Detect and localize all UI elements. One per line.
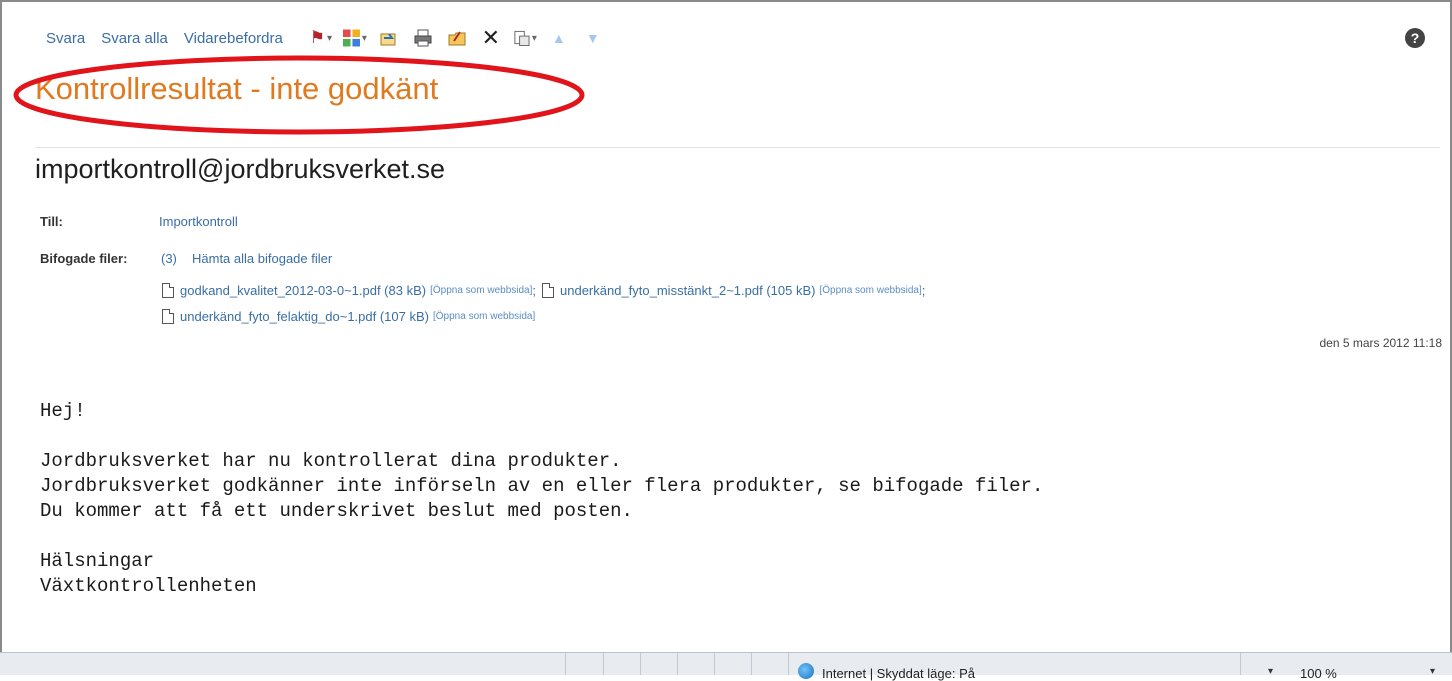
- globe-icon: [798, 663, 814, 679]
- email-subject: Kontrollresultat - inte godkänt: [35, 71, 439, 106]
- attachment-link[interactable]: underkänd_fyto_misstänkt_2~1.pdf (105 kB…: [560, 283, 815, 298]
- status-divider: [1240, 653, 1241, 675]
- delete-icon[interactable]: ✕: [479, 25, 503, 50]
- file-icon: [542, 283, 554, 298]
- toolbar: Svara Svara alla Vidarebefordra ⚑ ▾ ▾ ✕ ▾…: [46, 24, 605, 52]
- next-icon[interactable]: ▼: [581, 26, 605, 50]
- open-as-webpage-link[interactable]: [Öppna som webbsida]: [433, 311, 535, 322]
- forward-button[interactable]: Vidarebefordra: [184, 30, 283, 47]
- status-divider: [751, 653, 752, 675]
- email-window: Svara Svara alla Vidarebefordra ⚑ ▾ ▾ ✕ ▾…: [0, 0, 1452, 654]
- sent-date: den 5 mars 2012 11:18: [1319, 336, 1442, 350]
- attachment-link[interactable]: godkand_kvalitet_2012-03-0~1.pdf (83 kB): [180, 283, 426, 298]
- categorize-icon[interactable]: ▾: [342, 26, 367, 50]
- open-as-webpage-link[interactable]: [Öppna som webbsida]: [430, 285, 532, 296]
- file-icon: [162, 283, 174, 298]
- print-icon[interactable]: [411, 26, 435, 50]
- open-icon[interactable]: [445, 26, 469, 50]
- status-divider: [565, 653, 566, 675]
- attachments-label: Bifogade filer:: [40, 251, 128, 266]
- reply-button[interactable]: Svara: [46, 30, 85, 47]
- file-icon: [162, 309, 174, 324]
- options-icon[interactable]: ▾: [513, 26, 537, 50]
- open-as-webpage-link[interactable]: [Öppna som webbsida]: [819, 285, 921, 296]
- download-all-link[interactable]: Hämta alla bifogade filer: [192, 251, 332, 266]
- protected-mode-dropdown-icon[interactable]: ▾: [1268, 666, 1273, 677]
- previous-icon[interactable]: ▲: [547, 26, 571, 50]
- reply-all-button[interactable]: Svara alla: [101, 30, 168, 47]
- attachment-row-2: underkänd_fyto_felaktig_do~1.pdf (107 kB…: [162, 309, 535, 324]
- attachment-row-1: godkand_kvalitet_2012-03-0~1.pdf (83 kB)…: [162, 283, 931, 298]
- attachment-link[interactable]: underkänd_fyto_felaktig_do~1.pdf (107 kB…: [180, 309, 429, 324]
- status-bar: Internet | Skyddat läge: På ▾ 100 % ▾: [0, 652, 1452, 681]
- attachments-count: (3): [161, 251, 177, 266]
- status-divider: [603, 653, 604, 675]
- status-divider: [640, 653, 641, 675]
- status-divider: [714, 653, 715, 675]
- header-divider: [35, 147, 1440, 148]
- status-divider: [788, 653, 789, 675]
- move-icon[interactable]: [377, 26, 401, 50]
- sender-address: importkontroll@jordbruksverket.se: [35, 154, 446, 184]
- status-divider: [677, 653, 678, 675]
- attachment-separator: ;: [921, 283, 926, 298]
- email-body: Hej! Jordbruksverket har nu kontrollerat…: [40, 400, 1044, 597]
- to-label: Till:: [40, 214, 63, 229]
- zoom-dropdown-icon[interactable]: ▾: [1430, 666, 1435, 677]
- flag-icon[interactable]: ⚑ ▾: [309, 26, 333, 50]
- help-icon[interactable]: ?: [1405, 28, 1425, 48]
- attachment-separator: ;: [532, 283, 536, 298]
- to-recipient-link[interactable]: Importkontroll: [159, 214, 238, 229]
